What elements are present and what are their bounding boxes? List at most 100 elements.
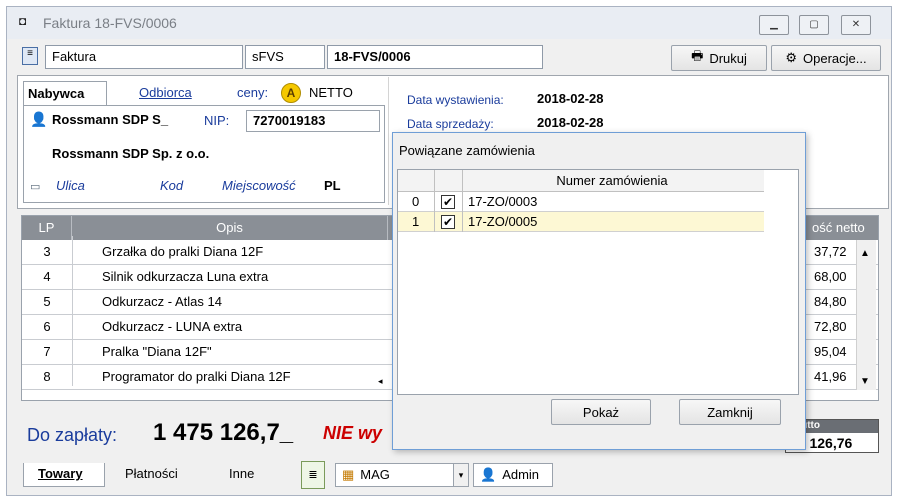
gear-icon: ⚙ xyxy=(785,50,798,65)
row-lp: 5 xyxy=(43,294,51,309)
sale-date-label: Data sprzedaży: xyxy=(407,117,494,131)
scroll-down-arrow[interactable]: ▼ xyxy=(860,376,870,387)
col-net-header[interactable]: ość netto xyxy=(812,216,878,240)
nip-label: NIP: xyxy=(204,113,230,128)
order-row[interactable]: 1 ✔ 17-ZO/0005 xyxy=(398,212,764,232)
user-field[interactable]: 👤 Admin xyxy=(473,463,553,487)
row-divider xyxy=(72,286,73,311)
warehouse-icon: ▦ xyxy=(342,467,355,482)
scroll-up-arrow[interactable]: ▲ xyxy=(860,248,870,259)
warehouse-select[interactable]: ▦ MAG xyxy=(335,463,463,487)
number-field[interactable]: 18-FVS/0006 xyxy=(327,45,543,69)
row-description: Silnik odkurzacza Luna extra xyxy=(102,269,269,284)
window-system-icon[interactable]: ◘ xyxy=(19,14,33,28)
minimize-button[interactable]: ▁ xyxy=(759,15,789,35)
col-lp-header[interactable]: LP xyxy=(22,216,72,240)
tab-buyer[interactable]: Nabywca xyxy=(23,81,107,105)
col-desc-header[interactable]: Opis xyxy=(72,216,388,240)
party-panel: Nabywca Odbiorca ceny: A NETTO 👤 Rossman… xyxy=(17,77,389,205)
row-lp: 7 xyxy=(43,344,51,359)
row-net-value: 84,80 xyxy=(814,294,847,309)
tab-other[interactable]: Inne xyxy=(229,466,254,481)
close-window-button[interactable]: ✕ xyxy=(841,15,871,35)
amount-due-label: Do zapłaty: xyxy=(27,425,118,445)
row-divider xyxy=(72,261,73,286)
notes-icon[interactable]: ≣ xyxy=(301,461,325,489)
warehouse-label: MAG xyxy=(360,467,390,482)
payment-status: NIE wy xyxy=(323,423,383,443)
close-dialog-button[interactable]: Zamknij xyxy=(679,399,781,425)
row-description: Programator do pralki Diana 12F xyxy=(102,369,291,384)
maximize-button[interactable]: ▢ xyxy=(799,15,829,35)
window-title: Faktura 18-FVS/0006 xyxy=(43,15,177,31)
close-dialog-label: Zamknij xyxy=(707,404,753,420)
tab-goods[interactable]: Towary xyxy=(23,463,105,487)
print-label: Drukuj xyxy=(709,50,747,66)
order-row-index: 0 xyxy=(412,194,420,209)
row-net-value: 72,80 xyxy=(814,319,847,334)
street-field[interactable]: Ulica xyxy=(56,178,85,193)
amount-due-value: 1 475 126,7_ xyxy=(153,419,294,446)
show-button-label: Pokaż xyxy=(582,404,620,420)
order-number: 17-ZO/0005 xyxy=(468,214,538,229)
related-orders-dialog: Powiązane zamówienia Numer zamówienia 0 ✔… xyxy=(392,132,806,450)
row-net-value: 95,04 xyxy=(814,344,847,359)
order-number: 17-ZO/0003 xyxy=(468,194,538,209)
row-divider xyxy=(72,361,73,386)
tab-payments[interactable]: Płatności xyxy=(125,466,178,481)
row-lp: 3 xyxy=(43,244,51,259)
row-net-value: 41,96 xyxy=(814,369,847,384)
postal-code-field[interactable]: Kod xyxy=(160,178,183,193)
order-row[interactable]: 0 ✔ 17-ZO/0003 xyxy=(398,192,764,212)
order-checkbox[interactable]: ✔ xyxy=(441,195,455,209)
order-row-divider xyxy=(434,212,435,232)
buyer-short-name[interactable]: Rossmann SDP S_ xyxy=(52,112,168,127)
scroll-left-arrow[interactable]: ◂ xyxy=(378,376,383,387)
user-icon: 👤 xyxy=(30,111,48,127)
row-divider xyxy=(72,236,73,261)
order-row-divider xyxy=(462,192,463,212)
warehouse-dropdown-arrow[interactable]: ▾ xyxy=(453,463,469,487)
row-divider xyxy=(72,336,73,361)
price-level-badge[interactable]: A xyxy=(281,83,301,103)
series-field[interactable]: sFVS xyxy=(245,45,325,69)
row-net-value: 37,72 xyxy=(814,244,847,259)
row-divider xyxy=(72,311,73,336)
city-field[interactable]: Miejscowość xyxy=(222,178,296,193)
print-button[interactable]: 🖶 Drukuj xyxy=(671,45,767,71)
orders-rows: 0 ✔ 17-ZO/0003 1 ✔ 17-ZO/0005 xyxy=(398,192,764,236)
dialog-title: Powiązane zamówienia xyxy=(399,143,535,158)
buyer-card: 👤 Rossmann SDP S_ NIP: 7270019183 Rossma… xyxy=(23,105,385,203)
title-bar[interactable]: ◘ Faktura 18-FVS/0006 ▁ ▢ ✕ xyxy=(7,7,891,39)
sale-date-value[interactable]: 2018-02-28 xyxy=(537,115,604,130)
nip-field[interactable]: 7270019183 xyxy=(246,110,380,132)
order-row-divider xyxy=(462,212,463,232)
buyer-full-name[interactable]: Rossmann SDP Sp. z o.o. xyxy=(52,146,209,161)
document-icon[interactable]: ≡ xyxy=(22,47,38,65)
operations-label: Operacje... xyxy=(803,50,867,66)
doc-type-field[interactable]: Faktura xyxy=(45,45,243,69)
order-checkbox[interactable]: ✔ xyxy=(441,215,455,229)
user-label: Admin xyxy=(502,467,540,482)
issue-date-label: Data wystawienia: xyxy=(407,93,504,107)
prices-mode: NETTO xyxy=(309,85,353,100)
issue-date-value[interactable]: 2018-02-28 xyxy=(537,91,604,106)
row-description: Odkurzacz - LUNA extra xyxy=(102,319,243,334)
orders-grid-header: Numer zamówienia xyxy=(398,170,764,192)
col-order-number-header[interactable]: Numer zamówienia xyxy=(462,173,762,188)
items-vertical-scrollbar[interactable]: ▲ ▼ xyxy=(856,240,876,390)
operations-button[interactable]: ⚙ Operacje... xyxy=(771,45,881,71)
tab-recipient[interactable]: Odbiorca xyxy=(139,85,192,100)
row-lp: 8 xyxy=(43,369,51,384)
header-divider-1 xyxy=(434,170,435,192)
row-lp: 6 xyxy=(43,319,51,334)
row-net-value: 68,00 xyxy=(814,269,847,284)
prices-label: ceny: xyxy=(237,85,269,100)
address-card-icon: ▭ xyxy=(30,181,41,193)
orders-grid[interactable]: Numer zamówienia 0 ✔ 17-ZO/0003 1 ✔ 17-ZO/000… xyxy=(397,169,799,395)
show-button[interactable]: Pokaż xyxy=(551,399,651,425)
row-description: Pralka "Diana 12F" xyxy=(102,344,212,359)
row-lp: 4 xyxy=(43,269,51,284)
country-field[interactable]: PL xyxy=(324,178,341,193)
printer-icon: 🖶 xyxy=(691,48,704,63)
